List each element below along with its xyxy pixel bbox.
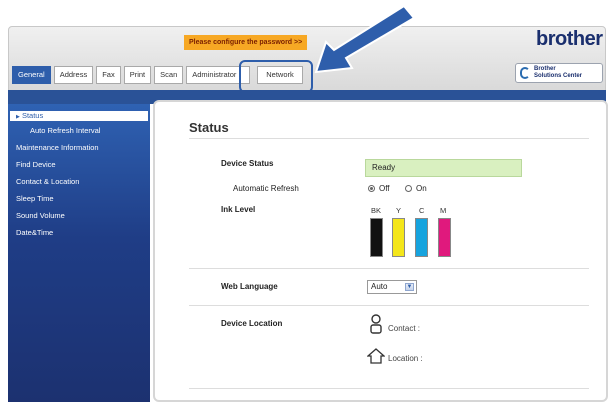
ink-bar-m — [438, 218, 451, 257]
refresh-on-label: On — [416, 184, 427, 193]
home-icon — [367, 348, 385, 364]
section-divider — [189, 388, 589, 389]
section-divider — [189, 268, 589, 269]
tab-scan[interactable]: Scan — [154, 66, 184, 84]
section-divider — [189, 305, 589, 306]
sidebar-item-status[interactable]: ▶ Status — [10, 111, 148, 121]
contact-label: Contact : — [388, 324, 421, 333]
page-title: Status — [189, 120, 229, 135]
main-panel: Status Device Status Ready Automatic Ref… — [153, 100, 608, 402]
automatic-refresh-label: Automatic Refresh — [233, 184, 299, 193]
device-location-label: Device Location — [221, 319, 283, 328]
sidebar-item-sound-volume[interactable]: Sound Volume — [16, 211, 65, 220]
refresh-on-radio[interactable] — [405, 185, 412, 192]
ink-bar-y — [392, 218, 405, 257]
ink-label-m: M — [440, 206, 447, 215]
ink-bar-bk — [370, 218, 383, 257]
solutions-logo-icon — [520, 67, 530, 79]
refresh-off-radio[interactable] — [368, 185, 375, 192]
pointer-arrow-icon — [314, 4, 416, 74]
ink-bar-c — [415, 218, 428, 257]
sidebar-item-contact-location[interactable]: Contact & Location — [16, 177, 79, 186]
ink-label-c: C — [419, 206, 425, 215]
sidebar-item-maintenance-information[interactable]: Maintenance Information — [16, 143, 99, 152]
tab-print[interactable]: Print — [123, 66, 152, 84]
tab-address[interactable]: Address — [53, 66, 94, 84]
solutions-center-label: Brother Solutions Center — [534, 66, 583, 79]
ink-label-bk: BK — [371, 206, 382, 215]
device-status-label: Device Status — [221, 159, 274, 168]
ink-level-label: Ink Level — [221, 205, 256, 214]
sidebar-item-sleep-time[interactable]: Sleep Time — [16, 194, 54, 203]
tab-general[interactable]: General — [12, 66, 51, 84]
person-icon — [370, 314, 382, 334]
web-language-label: Web Language — [221, 282, 278, 291]
location-label: Location : — [388, 354, 423, 363]
password-notice-link[interactable]: Please configure the password >> — [184, 35, 308, 50]
brother-logo: brother — [536, 28, 603, 50]
sidebar-item-date-time[interactable]: Date&Time — [16, 228, 53, 237]
tab-fax[interactable]: Fax — [96, 66, 121, 84]
triangle-right-icon: ▶ — [16, 114, 20, 120]
refresh-off-label: Off — [379, 184, 390, 193]
ink-label-y: Y — [396, 206, 402, 215]
web-language-select[interactable]: Auto ▼ — [367, 280, 417, 294]
title-divider — [189, 138, 589, 139]
sidebar: ▶ Status Auto Refresh Interval Maintenan… — [8, 104, 150, 402]
sidebar-item-find-device[interactable]: Find Device — [16, 160, 56, 169]
solutions-center-button[interactable]: Brother Solutions Center — [515, 63, 603, 83]
device-status-value: Ready — [365, 159, 522, 177]
chevron-down-icon: ▼ — [405, 283, 414, 291]
sidebar-item-auto-refresh-interval[interactable]: Auto Refresh Interval — [30, 126, 100, 135]
